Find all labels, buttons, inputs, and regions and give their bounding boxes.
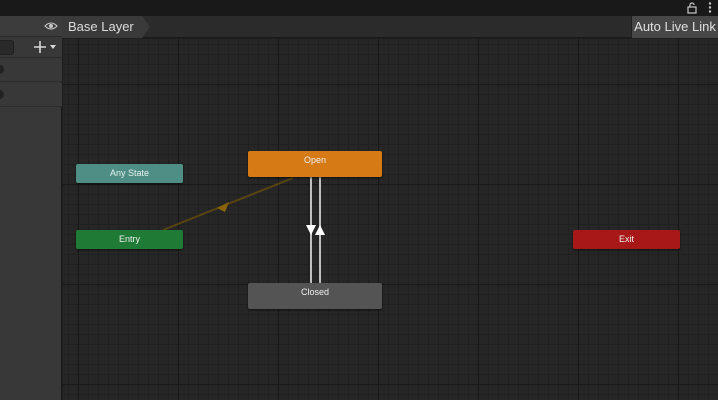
add-parameter-button[interactable] [32, 39, 58, 55]
arrow-up-icon [315, 225, 325, 235]
kebab-menu-icon[interactable] [706, 1, 714, 14]
eye-icon[interactable] [44, 21, 58, 31]
lock-icon[interactable] [686, 1, 698, 14]
parameter-toggle[interactable] [0, 90, 4, 99]
window-top-bar [0, 0, 718, 16]
auto-live-link-button[interactable]: Auto Live Link [631, 16, 718, 38]
chevron-down-icon [50, 45, 56, 49]
panel-toolbar [0, 37, 62, 58]
node-entry[interactable]: Entry [76, 230, 183, 249]
breadcrumb-arrow [142, 16, 150, 38]
parameter-row[interactable] [0, 58, 62, 82]
parameters-panel [0, 16, 62, 400]
state-closed[interactable]: Closed [248, 283, 382, 309]
search-input[interactable] [0, 40, 14, 55]
parameter-toggle[interactable] [0, 65, 4, 74]
transition-layer [162, 177, 325, 283]
state-machine-graph[interactable]: Any State Entry Exit Open Closed [63, 39, 718, 400]
breadcrumb-base-layer[interactable]: Base Layer [62, 16, 142, 38]
panel-header [0, 16, 62, 37]
node-any-state[interactable]: Any State [76, 164, 183, 183]
arrow-down-icon [306, 225, 316, 235]
parameter-row[interactable] [0, 83, 62, 107]
state-open[interactable]: Open [248, 151, 382, 177]
breadcrumb: Base Layer Auto Live Link [62, 16, 718, 38]
node-exit[interactable]: Exit [573, 230, 680, 249]
